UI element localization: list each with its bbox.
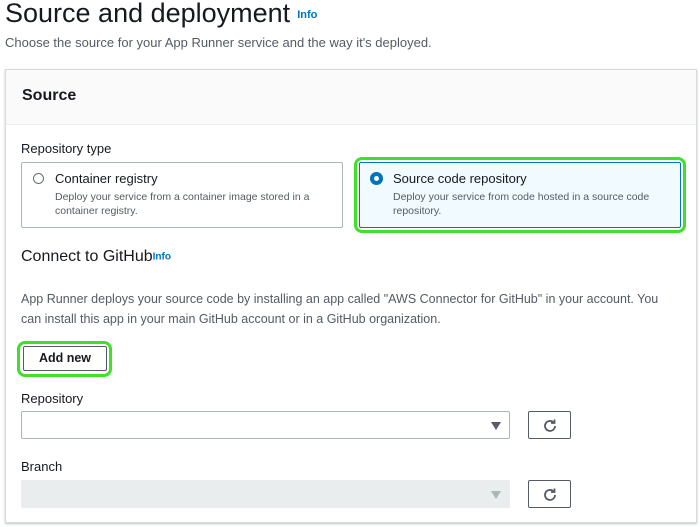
refresh-icon xyxy=(544,488,556,501)
repository-refresh-button[interactable] xyxy=(528,411,571,439)
repository-label: Repository xyxy=(21,391,84,406)
container-registry-option[interactable]: Container registry Deploy your service f… xyxy=(21,162,343,228)
panel-title: Source xyxy=(22,87,77,104)
branch-select[interactable] xyxy=(21,480,510,508)
connect-github-description: App Runner deploys your source code by i… xyxy=(21,292,659,326)
panel-header: Source xyxy=(6,70,696,125)
page-title-text: Source and deployment xyxy=(5,0,291,28)
repository-type-label: Repository type xyxy=(21,141,112,156)
page-description: Choose the source for your App Runner se… xyxy=(5,35,432,50)
page-title: Source and deployment Info xyxy=(5,0,317,29)
connect-github-title: Connect to GitHubInfo xyxy=(21,248,171,266)
container-registry-description: Deploy your service from a container ima… xyxy=(55,191,310,217)
source-code-highlight xyxy=(354,157,686,233)
connect-github-title-text: Connect to GitHub xyxy=(21,248,153,265)
add-new-highlight xyxy=(17,341,112,377)
connect-github-info-link[interactable]: Info xyxy=(153,251,171,262)
branch-label: Branch xyxy=(21,459,63,474)
page-info-link[interactable]: Info xyxy=(297,9,317,21)
caret-down-icon xyxy=(491,491,501,499)
branch-refresh-button[interactable] xyxy=(528,480,571,508)
refresh-icon xyxy=(544,419,556,432)
caret-down-icon xyxy=(491,422,501,430)
repository-select[interactable] xyxy=(21,411,510,439)
container-registry-radio[interactable] xyxy=(33,173,44,184)
container-registry-title: Container registry xyxy=(55,171,158,186)
